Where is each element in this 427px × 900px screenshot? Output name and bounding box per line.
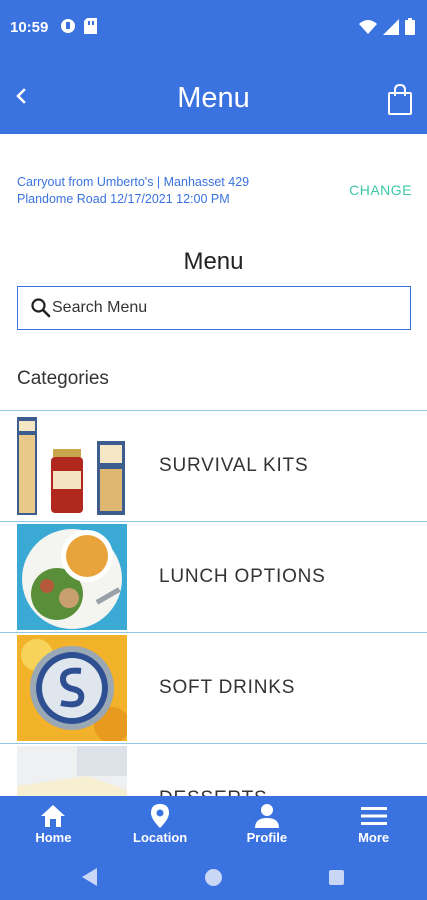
system-nav-bar (0, 854, 427, 900)
category-list: SURVIVAL KITS LUNCH OPTIONS SOFT DRINKS (0, 410, 427, 796)
search-icon (31, 298, 51, 318)
category-label: SOFT DRINKS (159, 677, 296, 698)
person-icon (254, 804, 279, 828)
system-home-icon[interactable] (205, 869, 222, 886)
location-pin-icon (151, 804, 170, 828)
app-notification-icon (61, 19, 75, 33)
nav-label: Location (133, 830, 188, 845)
category-image-survival-kits (17, 413, 127, 519)
menu-heading: Menu (183, 248, 244, 275)
nav-label: More (358, 830, 390, 845)
category-row-survival-kits[interactable]: SURVIVAL KITS (0, 410, 427, 521)
category-row-lunch-options[interactable]: LUNCH OPTIONS (0, 521, 427, 632)
change-order-button[interactable]: CHANGE (349, 182, 412, 198)
status-left-icons (60, 18, 97, 34)
menu-icon (360, 807, 387, 825)
category-image-soft-drinks (17, 635, 127, 741)
search-input[interactable] (52, 297, 392, 319)
category-label: DESSERTS (159, 788, 267, 796)
battery-icon (405, 18, 415, 35)
order-info: Carryout from Umberto's | Manhasset 429 … (17, 175, 250, 206)
system-back-icon[interactable] (82, 868, 98, 886)
category-row-soft-drinks[interactable]: SOFT DRINKS (0, 632, 427, 743)
categories-heading: Categories (17, 368, 109, 389)
category-row-desserts[interactable]: DESSERTS (0, 743, 427, 796)
wifi-icon (359, 19, 377, 34)
signal-icon (383, 18, 399, 35)
status-bar: 10:59 (0, 0, 427, 56)
nav-item-more[interactable]: More (320, 796, 427, 854)
nav-label: Home (35, 830, 72, 845)
category-image-lunch-options (17, 524, 127, 630)
category-image-desserts (17, 746, 127, 796)
category-label: LUNCH OPTIONS (159, 566, 326, 587)
system-recent-apps-icon[interactable] (329, 870, 344, 885)
bottom-nav: Home Location Profile More (0, 796, 427, 854)
nav-item-home[interactable]: Home (0, 796, 107, 854)
sim-card-icon (84, 18, 97, 34)
status-right-icons (359, 18, 415, 35)
nav-label: Profile (246, 830, 288, 845)
category-label: SURVIVAL KITS (159, 455, 309, 476)
shopping-bag-icon[interactable] (387, 84, 413, 116)
nav-item-profile[interactable]: Profile (214, 796, 321, 854)
search-box[interactable] (17, 286, 411, 330)
home-icon (41, 805, 66, 827)
nav-item-location[interactable]: Location (107, 796, 214, 854)
status-time: 10:59 (10, 19, 49, 36)
app-bar: Menu (0, 56, 427, 134)
page-title: Menu (177, 82, 250, 114)
